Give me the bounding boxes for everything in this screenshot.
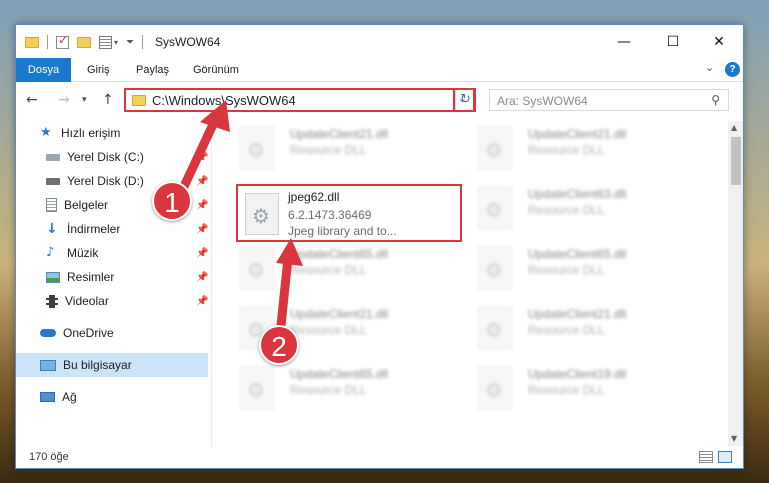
arrow-2	[275, 238, 303, 340]
arrow-1	[175, 100, 230, 200]
annotation-arrows	[175, 100, 303, 340]
step-1-badge: 1	[152, 181, 192, 221]
step-2-badge: 2	[259, 325, 299, 365]
